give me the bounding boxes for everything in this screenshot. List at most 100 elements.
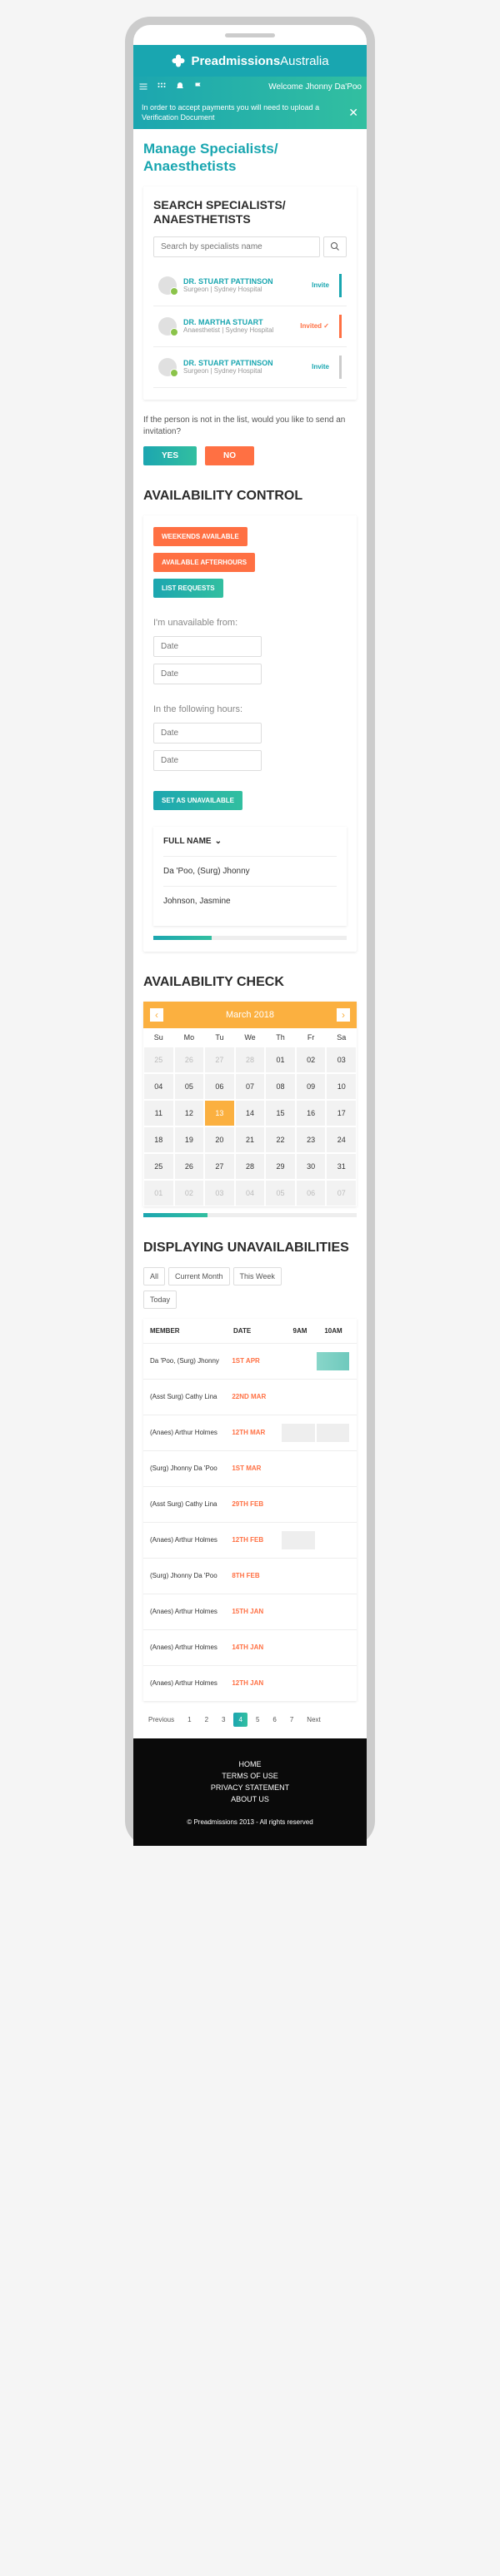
footer-link[interactable]: TERMS OF USE: [142, 1770, 358, 1782]
calendar-day[interactable]: 03: [204, 1180, 235, 1206]
calendar-day[interactable]: 28: [235, 1047, 266, 1073]
date-to-input[interactable]: [153, 664, 262, 684]
calendar-day[interactable]: 05: [174, 1073, 205, 1100]
row-member: (Asst Surg) Cathy Lina: [150, 1500, 232, 1509]
page-item[interactable]: 6: [268, 1713, 281, 1727]
calendar-day[interactable]: 17: [326, 1100, 357, 1126]
availability-chip[interactable]: WEEKENDS AVAILABLE: [153, 527, 248, 546]
calendar-day[interactable]: 06: [204, 1073, 235, 1100]
calendar-day[interactable]: 29: [265, 1153, 296, 1180]
specialist-item[interactable]: DR. MARTHA STUART Anaesthetist | Sydney …: [153, 306, 347, 347]
name-row[interactable]: Johnson, Jasmine: [163, 886, 337, 916]
page-item[interactable]: 4: [233, 1713, 247, 1727]
calendar-day[interactable]: 11: [143, 1100, 174, 1126]
close-icon[interactable]: ✕: [348, 106, 358, 120]
set-unavailable-button[interactable]: SET AS UNAVAILABLE: [153, 791, 242, 810]
prev-month-button[interactable]: ‹: [150, 1008, 163, 1022]
calendar-day[interactable]: 25: [143, 1047, 174, 1073]
following-hours-label: In the following hours:: [153, 704, 347, 714]
calendar-day[interactable]: 12: [174, 1100, 205, 1126]
calendar-day[interactable]: 02: [174, 1180, 205, 1206]
specialist-item[interactable]: DR. STUART PATTINSON Surgeon | Sydney Ho…: [153, 266, 347, 306]
unavail-row: (Anaes) Arthur Holmes 12TH JAN: [143, 1665, 357, 1701]
calendar-day[interactable]: 02: [296, 1047, 327, 1073]
footer-link[interactable]: HOME: [142, 1758, 358, 1770]
time-slot: [282, 1495, 314, 1514]
invite-action[interactable]: Invite: [312, 363, 329, 370]
calendar-day[interactable]: 10: [326, 1073, 357, 1100]
calendar-day[interactable]: 28: [235, 1153, 266, 1180]
unavail-row: (Anaes) Arthur Holmes 12TH FEB: [143, 1522, 357, 1558]
calendar-day[interactable]: 27: [204, 1153, 235, 1180]
calendar-day[interactable]: 01: [143, 1180, 174, 1206]
calendar-day[interactable]: 26: [174, 1047, 205, 1073]
calendar-day[interactable]: 04: [143, 1073, 174, 1100]
search-input[interactable]: [153, 236, 320, 257]
calendar-day[interactable]: 13: [204, 1100, 235, 1126]
calendar-day[interactable]: 25: [143, 1153, 174, 1180]
invite-prompt: If the person is not in the list, would …: [143, 415, 357, 438]
row-member: (Anaes) Arthur Holmes: [150, 1679, 232, 1688]
calendar-day[interactable]: 07: [326, 1180, 357, 1206]
full-name-header[interactable]: FULL NAME ⌄: [163, 837, 337, 846]
calendar-day[interactable]: 03: [326, 1047, 357, 1073]
chevron-down-icon: ⌄: [215, 837, 222, 846]
filter-this-week[interactable]: This Week: [233, 1267, 282, 1286]
calendar-day[interactable]: 01: [265, 1047, 296, 1073]
filter-all[interactable]: All: [143, 1267, 165, 1286]
calendar-day[interactable]: 05: [265, 1180, 296, 1206]
calendar-day[interactable]: 31: [326, 1153, 357, 1180]
topbar: Welcome Jhonny Da'Poo: [133, 77, 367, 97]
time-slot: [317, 1674, 349, 1693]
page-item[interactable]: Previous: [143, 1713, 179, 1727]
calendar-day[interactable]: 26: [174, 1153, 205, 1180]
calendar-day[interactable]: 04: [235, 1180, 266, 1206]
menu-icon[interactable]: [138, 82, 148, 92]
calendar-day[interactable]: 22: [265, 1126, 296, 1153]
flag-icon[interactable]: [193, 82, 203, 92]
name-row[interactable]: Da 'Poo, (Surg) Jhonny: [163, 856, 337, 886]
page-item[interactable]: 2: [200, 1713, 213, 1727]
calendar-day[interactable]: 14: [235, 1100, 266, 1126]
specialist-item[interactable]: DR. STUART PATTINSON Surgeon | Sydney Ho…: [153, 347, 347, 388]
hours-to-input[interactable]: [153, 750, 262, 771]
calendar-day[interactable]: 07: [235, 1073, 266, 1100]
filter-current-month[interactable]: Current Month: [168, 1267, 230, 1286]
availability-chip[interactable]: LIST REQUESTS: [153, 579, 223, 598]
hours-from-input[interactable]: [153, 723, 262, 743]
calendar-day[interactable]: 09: [296, 1073, 327, 1100]
no-button[interactable]: NO: [205, 446, 254, 465]
calendar-day[interactable]: 15: [265, 1100, 296, 1126]
bell-icon[interactable]: [175, 82, 185, 92]
footer-link[interactable]: ABOUT US: [142, 1793, 358, 1805]
calendar-day[interactable]: 16: [296, 1100, 327, 1126]
calendar-day[interactable]: 08: [265, 1073, 296, 1100]
calendar-day[interactable]: 06: [296, 1180, 327, 1206]
col-date: DATE: [233, 1327, 283, 1335]
calendar-day[interactable]: 23: [296, 1126, 327, 1153]
availability-chip[interactable]: AVAILABLE AFTERHOURS: [153, 553, 255, 572]
page-item[interactable]: 7: [285, 1713, 298, 1727]
search-button[interactable]: [323, 236, 347, 257]
page-item[interactable]: Next: [302, 1713, 325, 1727]
invite-action[interactable]: Invited ✓: [300, 322, 329, 330]
page-item[interactable]: 3: [217, 1713, 230, 1727]
next-month-button[interactable]: ›: [337, 1008, 350, 1022]
page-item[interactable]: 5: [251, 1713, 264, 1727]
calendar-day[interactable]: 27: [204, 1047, 235, 1073]
calendar-day[interactable]: 18: [143, 1126, 174, 1153]
calendar-day[interactable]: 24: [326, 1126, 357, 1153]
apps-icon[interactable]: [157, 82, 167, 92]
calendar-day[interactable]: 19: [174, 1126, 205, 1153]
yes-button[interactable]: YES: [143, 446, 197, 465]
page-item[interactable]: 1: [182, 1713, 196, 1727]
filter-today[interactable]: Today: [143, 1290, 177, 1309]
calendar-day[interactable]: 20: [204, 1126, 235, 1153]
invite-action[interactable]: Invite: [312, 281, 329, 289]
unavail-row: Da 'Poo, (Surg) Jhonny 1ST APR: [143, 1343, 357, 1379]
time-slot: [282, 1603, 314, 1621]
footer-link[interactable]: PRIVACY STATEMENT: [142, 1782, 358, 1793]
calendar-day[interactable]: 21: [235, 1126, 266, 1153]
calendar-day[interactable]: 30: [296, 1153, 327, 1180]
date-from-input[interactable]: [153, 636, 262, 657]
